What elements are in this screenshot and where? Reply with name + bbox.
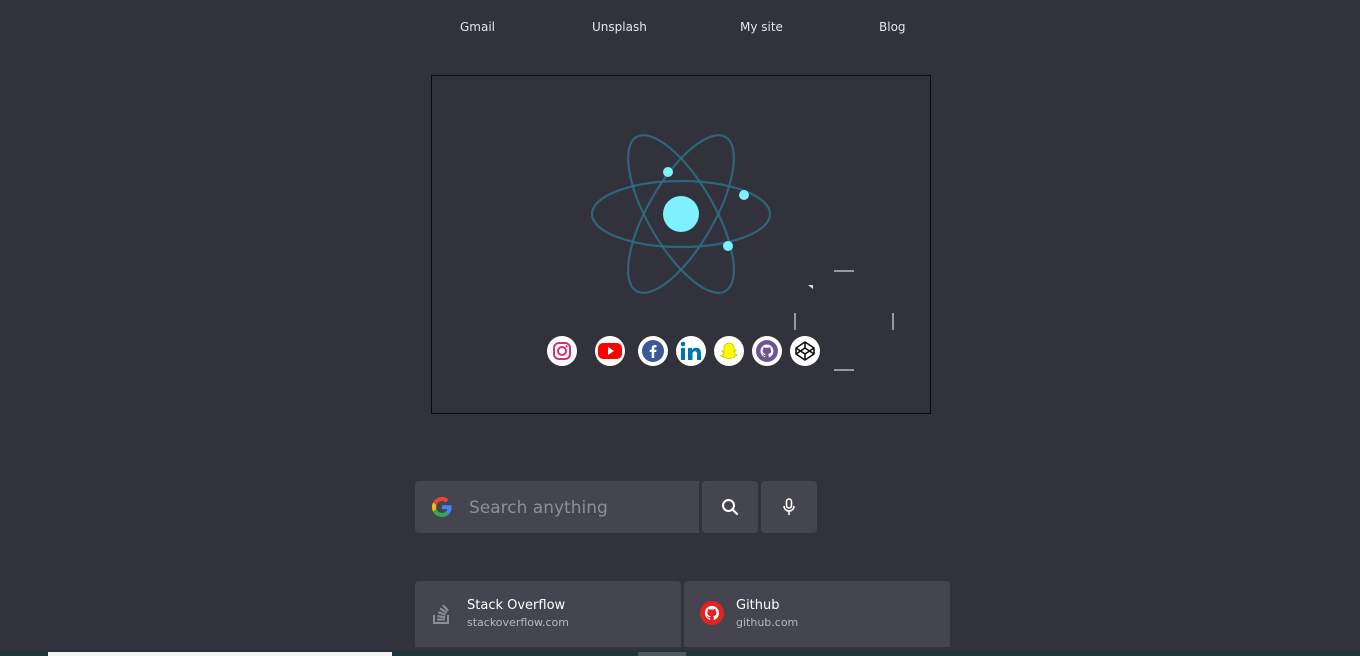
nav-link-unsplash[interactable]: Unsplash (592, 20, 647, 34)
linkedin-icon[interactable] (676, 336, 706, 366)
codepen-icon[interactable] (790, 336, 820, 366)
search-input[interactable] (467, 493, 691, 523)
youtube-icon[interactable] (595, 336, 625, 366)
shortcut-name: Stack Overflow (467, 598, 566, 613)
search-bar (415, 481, 699, 533)
hero-panel (431, 75, 931, 414)
search-button[interactable] (702, 481, 758, 533)
google-icon (431, 496, 453, 522)
shortcut-url: stackoverflow.com (467, 616, 569, 629)
bottom-strip (0, 650, 1360, 656)
github-icon[interactable] (752, 336, 782, 366)
nav-link-gmail[interactable]: Gmail (460, 20, 495, 34)
shortcut-name: Github (736, 598, 780, 613)
snapchat-icon[interactable] (714, 336, 744, 366)
shortcut-tile-github[interactable]: Github github.com (684, 581, 950, 647)
shortcut-url: github.com (736, 616, 799, 629)
facebook-icon[interactable] (638, 336, 668, 366)
shortcut-tile-stackoverflow[interactable]: Stack Overflow stackoverflow.com (415, 581, 681, 647)
nav-link-blog[interactable]: Blog (879, 20, 906, 34)
stackoverflow-icon (431, 601, 453, 629)
top-nav: Gmail Unsplash My site Blog (0, 20, 1360, 40)
github-icon (700, 601, 724, 629)
microphone-icon (783, 498, 795, 515)
voice-search-button[interactable] (761, 481, 817, 533)
nav-link-my-site[interactable]: My site (740, 20, 783, 34)
social-links (432, 336, 930, 368)
instagram-icon[interactable] (547, 336, 577, 366)
bottom-strip-grey (638, 652, 686, 656)
bottom-strip-white (48, 652, 392, 656)
search-icon (722, 499, 739, 516)
